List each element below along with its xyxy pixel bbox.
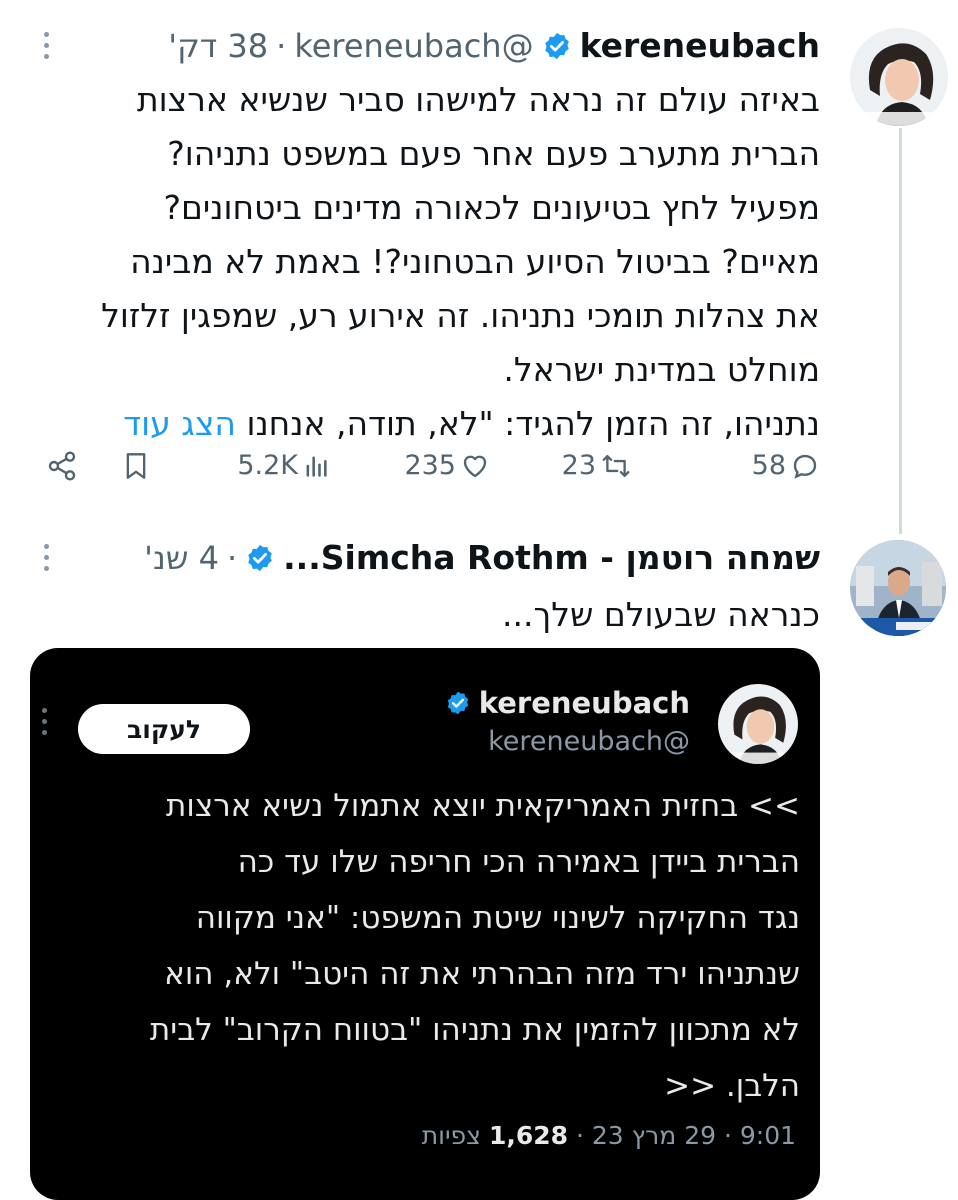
quoted-text-line: הלבן. <<	[664, 1068, 800, 1104]
share-icon	[46, 450, 78, 482]
tweet1-line: מאיים? בביטול הסיוע הבטחוני?! באמת לא מב…	[130, 242, 820, 281]
quoted-date[interactable]: 29 מרץ 23	[592, 1121, 716, 1150]
tweet2-timestamp[interactable]: 4 שנ'	[144, 539, 219, 577]
tweet1-line: מוחלט במדינת ישראל.	[503, 350, 820, 389]
kereneubach-avatar[interactable]	[850, 28, 948, 126]
quoted-tweet-card[interactable]: kereneubach @kereneubach לעקוב >> בחזית …	[30, 648, 820, 1200]
analytics-icon	[302, 451, 330, 481]
tweet1-display-name[interactable]: kereneubach	[580, 26, 820, 65]
quoted-display-name[interactable]: kereneubach	[479, 686, 690, 720]
repost-count: 23	[561, 450, 596, 481]
tweet1-line: מפעיל לחץ בטיעונים לכאורה מדינים ביטחוני…	[163, 188, 820, 227]
like-count: 235	[404, 450, 456, 481]
tweet1-last-line: נתניהו, זה הזמן להגיד: "לא, תודה, אנחנו …	[30, 397, 820, 451]
verified-badge-icon	[445, 690, 471, 716]
tweet2-text: כנראה שבעולם שלך...	[30, 590, 820, 640]
bookmark-icon	[122, 450, 150, 482]
tweet1-line: הברית מתערב פעם אחר פעם במשפט נתניהו?	[167, 134, 820, 173]
quoted-author-avatar[interactable]	[718, 684, 798, 764]
bookmark-button[interactable]	[122, 450, 150, 482]
tweet2-separator: ·	[226, 538, 238, 577]
like-button[interactable]: 235	[404, 450, 490, 481]
quoted-text-line: לא מתכוון להזמין את נתניהו "בטווח הקרוב"…	[149, 1012, 800, 1048]
views-count: 5.2K	[237, 450, 298, 481]
tweet1-timestamp[interactable]: 38 דק'	[168, 27, 268, 65]
quoted-footer: 9:01 · 29 מרץ 23 · 1,628 צפיות	[422, 1121, 796, 1150]
more-options-icon[interactable]	[42, 708, 47, 735]
share-button[interactable]	[46, 450, 78, 482]
quoted-text-line: נגד החקיקה לשינוי שיטת המשפט: "אני מקווה	[195, 900, 800, 936]
quoted-time[interactable]: 9:01	[740, 1121, 796, 1150]
more-options-icon[interactable]	[44, 544, 49, 571]
quoted-sep: ·	[575, 1121, 584, 1150]
show-more-link[interactable]: הצג עוד	[123, 404, 236, 443]
tweet1-handle[interactable]: @kereneubach	[294, 27, 533, 65]
tweet2-display-name[interactable]: שמחה רוטמן - Simcha Rothm...	[283, 538, 820, 577]
views-button[interactable]: 5.2K	[237, 450, 330, 481]
tweet2-header: שמחה רוטמן - Simcha Rothm... · 4 שנ'	[144, 538, 820, 577]
more-options-icon[interactable]	[44, 32, 49, 59]
repost-icon	[600, 451, 632, 481]
quoted-text-line: >> בחזית האמריקאית יוצא אתמול נשיא ארצות	[166, 788, 800, 824]
tweet1-header: kereneubach @kereneubach · 38 דק'	[168, 26, 820, 65]
tweet1-line: באיזה עולם זה נראה למישהו סביר שנשיא ארצ…	[136, 80, 820, 119]
tweet1-text: באיזה עולם זה נראה למישהו סביר שנשיא ארצ…	[30, 73, 820, 451]
reply-count: 58	[751, 450, 786, 481]
verified-badge-icon	[542, 31, 572, 61]
verified-badge-icon	[245, 543, 275, 573]
tweet1-line: את צהלות תומכי נתניהו. זה אירוע רע, שמפג…	[101, 296, 820, 335]
quoted-header: kereneubach	[445, 686, 690, 720]
quoted-sep: ·	[723, 1121, 732, 1150]
quoted-views-label: צפיות	[421, 1121, 481, 1150]
quoted-handle[interactable]: @kereneubach	[488, 726, 690, 757]
quoted-text-line: שנתניהו ירד מזה הבהרתי את זה היטב" ולא, …	[164, 956, 800, 992]
tweet1-separator: ·	[276, 26, 287, 65]
repost-button[interactable]: 23	[562, 450, 632, 481]
tweet1-last-text: נתניהו, זה הזמן להגיד: "לא, תודה, אנחנו	[246, 404, 820, 443]
tweet2-text-line: כנראה שבעולם שלך...	[502, 595, 820, 634]
quoted-text-line: הברית ביידן באמירה הכי חריפה שלו עד כה	[237, 844, 800, 880]
tweet1-action-bar: 58 23 235 5.2K	[40, 450, 830, 490]
reply-icon	[790, 451, 820, 481]
quoted-text: >> בחזית האמריקאית יוצא אתמול נשיא ארצות…	[50, 778, 800, 1114]
reply-button[interactable]: 58	[752, 450, 820, 481]
simcha-rothman-avatar[interactable]	[850, 540, 946, 636]
follow-button[interactable]: לעקוב	[78, 704, 250, 754]
heart-icon	[460, 451, 490, 481]
quoted-views-count: 1,628	[488, 1121, 569, 1150]
thread-connector-line	[899, 128, 902, 534]
